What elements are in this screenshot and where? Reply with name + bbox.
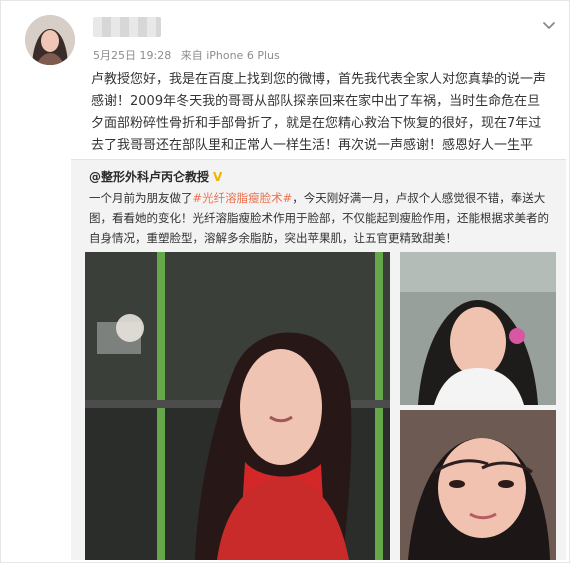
post-meta: 5月25日 19:28 来自 iPhone 6 Plus: [93, 47, 286, 63]
post-source: 来自 iPhone 6 Plus: [180, 49, 280, 62]
repost-author-name[interactable]: @整形外科卢丙仑教授: [89, 170, 209, 184]
avatar[interactable]: [25, 15, 75, 65]
photo-side-top[interactable]: [400, 252, 556, 405]
avatar-photo: [25, 15, 75, 65]
chevron-down-icon[interactable]: [541, 17, 557, 33]
repost-text-pre: 一个月前为朋友做了: [89, 191, 193, 205]
repost-hashtag[interactable]: #光纤溶脂瘦脸术#: [193, 191, 293, 205]
repost-card: @整形外科卢丙仑教授 V 一个月前为朋友做了#光纤溶脂瘦脸术#，今天刚好满一月，卢…: [71, 159, 566, 560]
photo-side-bottom[interactable]: [400, 410, 556, 560]
username-mosaic: [93, 17, 161, 37]
photo-side-bottom-image: [400, 410, 556, 560]
repost-text: 一个月前为朋友做了#光纤溶脂瘦脸术#，今天刚好满一月，卢叔个人感觉很不错，奉送大…: [89, 188, 557, 248]
weibo-post-card: 5月25日 19:28 来自 iPhone 6 Plus 卢教授您好，我是在百度…: [0, 0, 570, 563]
photo-main-image: [85, 252, 390, 560]
photo-side-top-image: [400, 252, 556, 405]
photo-main[interactable]: [85, 252, 390, 560]
repost-author[interactable]: @整形外科卢丙仑教授 V: [89, 168, 222, 185]
post-date: 5月25日 19:28: [93, 49, 172, 62]
verified-badge-icon: V: [213, 170, 223, 184]
